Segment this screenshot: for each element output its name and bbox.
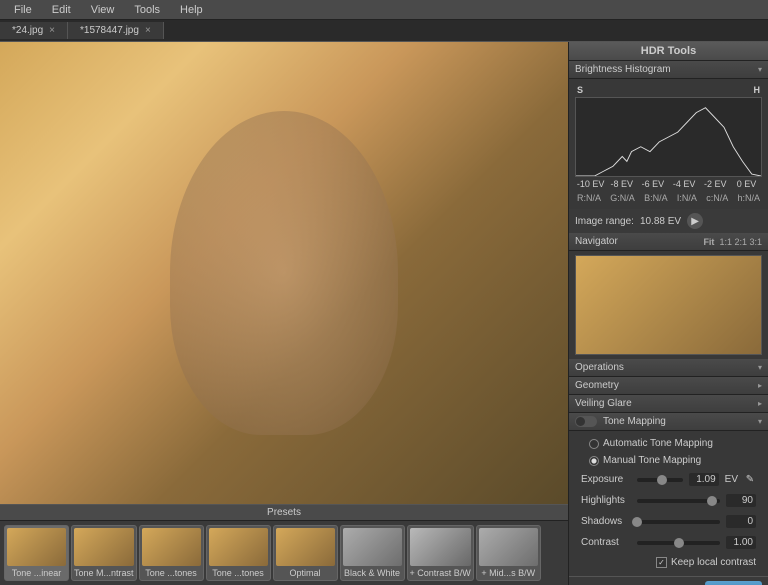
preset-item[interactable]: Tone ...tones [139, 525, 204, 581]
preset-item[interactable]: Optimal [273, 525, 338, 581]
shadows-value[interactable]: 0 [726, 515, 756, 528]
shadows-slider[interactable] [637, 520, 720, 524]
exposure-slider[interactable] [637, 478, 683, 482]
image-range-value: 10.88 EV [640, 216, 681, 227]
tab-label: *24.jpg [12, 25, 43, 36]
menu-view[interactable]: View [81, 2, 125, 18]
exposure-unit: EV [725, 474, 738, 485]
tab-0[interactable]: *24.jpg × [0, 22, 68, 39]
preset-item[interactable]: Tone ...inear [4, 525, 69, 581]
preset-item[interactable]: Tone M...ntrast [71, 525, 137, 581]
tab-label: *1578447.jpg [80, 25, 139, 36]
menu-edit[interactable]: Edit [42, 2, 81, 18]
highlights-slider[interactable] [637, 499, 720, 503]
channel-info: R:N/AG:N/AB:N/AI:N/Ac:N/Ah:N/A [575, 191, 762, 205]
chevron-down-icon: ▾ [758, 363, 762, 372]
navigator-header[interactable]: Navigator Fit 1:1 2:1 3:1 [569, 233, 768, 251]
save-button[interactable]: Save [705, 581, 762, 585]
veiling-glare-header[interactable]: Veiling Glare▸ [569, 395, 768, 413]
highlights-value[interactable]: 90 [726, 494, 756, 507]
tone-mapping-header[interactable]: Tone Mapping ▾ [569, 413, 768, 431]
chevron-down-icon: ▾ [758, 417, 762, 426]
ev-axis: -10 EV-8 EV-6 EV-4 EV-2 EV0 EV [575, 177, 762, 191]
auto-tone-radio[interactable]: Automatic Tone Mapping [575, 435, 762, 452]
chevron-down-icon: ▾ [758, 65, 762, 74]
hdr-tools-header: HDR Tools [569, 42, 768, 61]
menu-help[interactable]: Help [170, 2, 213, 18]
preset-item[interactable]: Tone ...tones [206, 525, 271, 581]
histo-s-label: S [577, 85, 583, 95]
brightness-histogram[interactable] [575, 97, 762, 177]
operations-header[interactable]: Operations▾ [569, 359, 768, 377]
shadows-label: Shadows [581, 516, 631, 527]
play-button[interactable]: ▶ [687, 213, 703, 229]
chevron-right-icon: ▸ [758, 399, 762, 408]
histo-h-label: H [754, 85, 761, 95]
close-icon[interactable]: × [145, 25, 151, 36]
histogram-header[interactable]: Brightness Histogram▾ [569, 61, 768, 79]
zoom-ratios[interactable]: 1:1 2:1 3:1 [719, 237, 762, 247]
keep-local-contrast-check[interactable]: ✓Keep local contrast [575, 553, 762, 572]
tone-mapping-toggle[interactable] [575, 416, 597, 427]
presets-header: Presets [0, 505, 568, 521]
preset-item[interactable]: + Contrast B/W [407, 525, 474, 581]
tab-1[interactable]: *1578447.jpg × [68, 22, 164, 39]
chevron-right-icon: ▸ [758, 381, 762, 390]
menu-bar: File Edit View Tools Help [0, 0, 768, 20]
geometry-header[interactable]: Geometry▸ [569, 377, 768, 395]
image-range-row: Image range: 10.88 EV ▶ [569, 209, 768, 233]
photo-preview [0, 42, 568, 504]
menu-file[interactable]: File [4, 2, 42, 18]
exposure-label: Exposure [581, 474, 631, 485]
contrast-value[interactable]: 1.00 [726, 536, 756, 549]
exposure-value[interactable]: 1.09 [689, 473, 719, 486]
manual-tone-radio[interactable]: Manual Tone Mapping [575, 452, 762, 469]
preset-item[interactable]: Black & White [340, 525, 405, 581]
navigator-thumbnail[interactable] [575, 255, 762, 355]
menu-tools[interactable]: Tools [124, 2, 170, 18]
contrast-slider[interactable] [637, 541, 720, 545]
highlights-label: Highlights [581, 495, 631, 506]
preset-item[interactable]: + Mid...s B/W [476, 525, 541, 581]
eyedropper-icon[interactable]: ✎ [744, 474, 756, 486]
image-canvas[interactable] [0, 42, 568, 504]
document-tabs: *24.jpg × *1578447.jpg × [0, 20, 768, 42]
presets-strip: Tone ...inear Tone M...ntrast Tone ...to… [0, 521, 568, 585]
close-icon[interactable]: × [49, 25, 55, 36]
contrast-label: Contrast [581, 537, 631, 548]
zoom-fit[interactable]: Fit [703, 237, 714, 247]
